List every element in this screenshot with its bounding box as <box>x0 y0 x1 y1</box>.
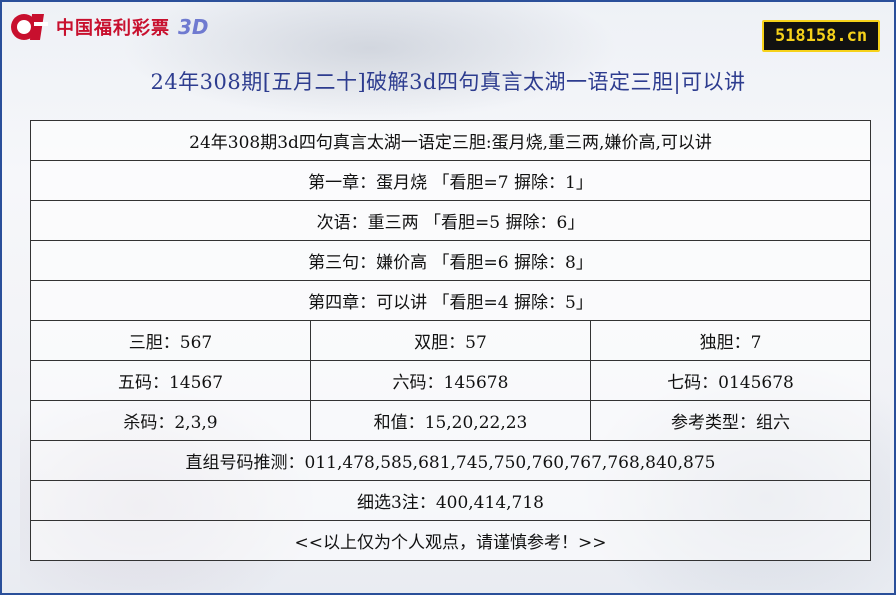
three-gallbladder-cell: 三胆：567 <box>30 320 311 361</box>
reference-type-cell: 参考类型：组六 <box>590 400 871 441</box>
table-row: 次语：重三两 「看胆=5 摒除：6」 <box>30 200 871 241</box>
single-gallbladder-cell: 独胆：7 <box>590 320 871 361</box>
table-row: 第一章：蛋月烧 「看胆=7 摒除：1」 <box>30 160 871 201</box>
table-row: 直组号码推测：011,478,585,681,745,750,760,767,7… <box>30 440 871 481</box>
logo-3d-text: 3D <box>178 15 209 39</box>
table-row: 细选3注：400,414,718 <box>30 480 871 521</box>
verse-line-3: 第三句：嫌价高 「看胆=6 摒除：8」 <box>30 240 871 281</box>
disclaimer-cell: <<以上仅为个人观点，请谨慎参考！>> <box>30 520 871 561</box>
verse-line-2: 次语：重三两 「看胆=5 摒除：6」 <box>30 200 871 241</box>
site-domain-badge[interactable]: 518158.cn <box>762 20 880 52</box>
direct-prediction-cell: 直组号码推测：011,478,585,681,745,750,760,767,7… <box>30 440 871 481</box>
lottery-logo-icon <box>10 10 50 44</box>
welfare-lottery-logo[interactable]: 中国福利彩票 3D <box>10 10 209 44</box>
logo-text: 中国福利彩票 <box>56 18 170 39</box>
table-row: 三胆：567 双胆：57 独胆：7 <box>30 320 871 361</box>
verse-line-1: 第一章：蛋月烧 「看胆=7 摒除：1」 <box>30 160 871 201</box>
six-code-cell: 六码：145678 <box>310 360 591 401</box>
table-row: 杀码：2,3,9 和值：15,20,22,23 参考类型：组六 <box>30 400 871 441</box>
kill-code-cell: 杀码：2,3,9 <box>30 400 311 441</box>
table-row: 第四章：可以讲 「看胆=4 摒除：5」 <box>30 280 871 321</box>
group-selection-cell: 细选3注：400,414,718 <box>30 480 871 521</box>
verse-line-4: 第四章：可以讲 「看胆=4 摒除：5」 <box>30 280 871 321</box>
page-title: 24年308期[五月二十]破解3d四句真言太湖一语定三胆|可以讲 <box>150 70 746 94</box>
prediction-table: 24年308期3d四句真言太湖一语定三胆:蛋月烧,重三两,嫌价高,可以讲 第一章… <box>30 120 871 561</box>
seven-code-cell: 七码：0145678 <box>590 360 871 401</box>
five-code-cell: 五码：14567 <box>30 360 311 401</box>
table-row: 第三句：嫌价高 「看胆=6 摒除：8」 <box>30 240 871 281</box>
table-row: 五码：14567 六码：145678 七码：0145678 <box>30 360 871 401</box>
summary-cell: 24年308期3d四句真言太湖一语定三胆:蛋月烧,重三两,嫌价高,可以讲 <box>30 120 871 161</box>
table-row: <<以上仅为个人观点，请谨慎参考！>> <box>30 520 871 561</box>
double-gallbladder-cell: 双胆：57 <box>310 320 591 361</box>
sum-value-cell: 和值：15,20,22,23 <box>310 400 591 441</box>
table-row: 24年308期3d四句真言太湖一语定三胆:蛋月烧,重三两,嫌价高,可以讲 <box>30 120 871 161</box>
